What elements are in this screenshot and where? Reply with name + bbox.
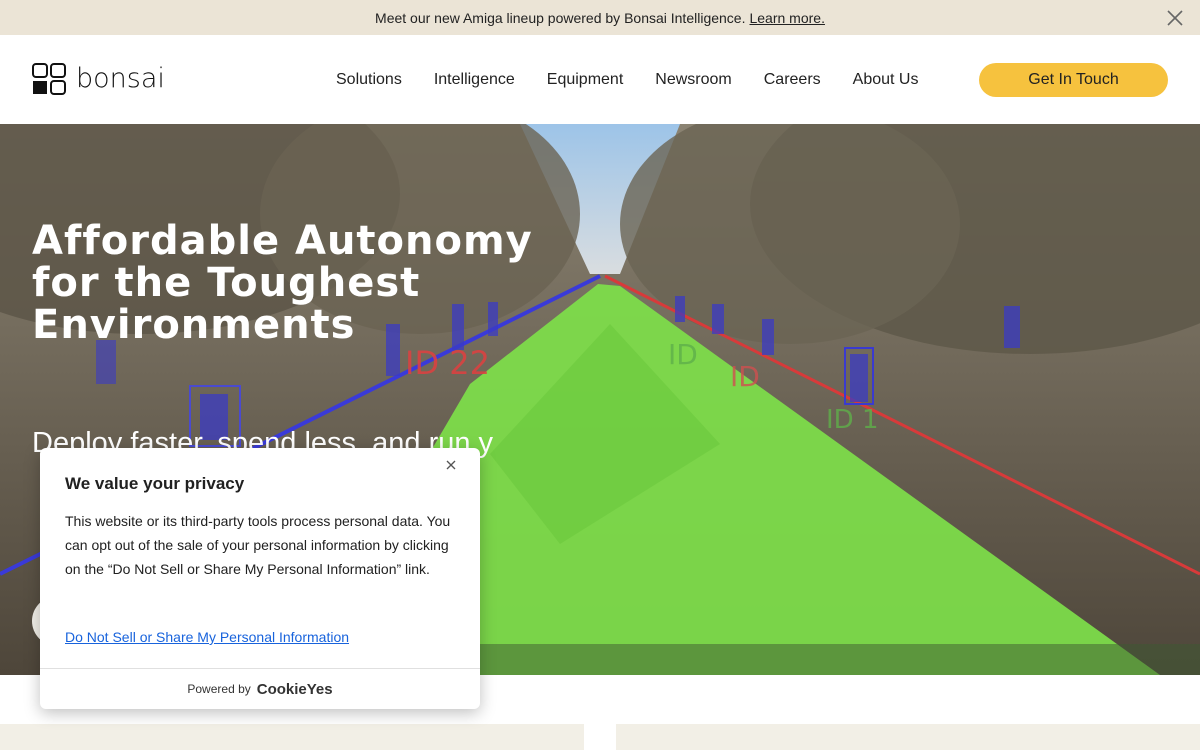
do-not-sell-link[interactable]: Do Not Sell or Share My Personal Informa… bbox=[65, 629, 349, 645]
feature-card bbox=[0, 724, 584, 750]
overlay-label: ID 1 bbox=[826, 405, 879, 435]
nav-intelligence[interactable]: Intelligence bbox=[434, 69, 515, 91]
cookie-consent-dialog: We value your privacy This website or it… bbox=[40, 448, 480, 709]
cookie-title: We value your privacy bbox=[65, 474, 245, 493]
nav-newsroom[interactable]: Newsroom bbox=[655, 69, 731, 91]
cookie-body-text: This website or its third-party tools pr… bbox=[65, 513, 451, 577]
hero-title: Affordable Autonomy for the Toughest Env… bbox=[32, 218, 533, 348]
nav-careers[interactable]: Careers bbox=[764, 69, 821, 91]
bonsai-logo-icon bbox=[32, 63, 66, 95]
announcement-text: Meet our new Amiga lineup powered by Bon… bbox=[375, 9, 746, 26]
get-in-touch-button[interactable]: Get In Touch bbox=[979, 63, 1168, 97]
announcement-bar: Meet our new Amiga lineup powered by Bon… bbox=[0, 0, 1200, 35]
powered-by-text: Powered by bbox=[187, 682, 251, 696]
logo[interactable]: bonsai bbox=[32, 63, 165, 95]
close-icon[interactable] bbox=[1166, 9, 1184, 27]
feature-card bbox=[616, 724, 1200, 750]
overlay-label: ID bbox=[668, 338, 698, 371]
overlay-label: ID 22 bbox=[405, 344, 490, 382]
site-header: bonsai Solutions Intelligence Equipment … bbox=[0, 35, 1200, 124]
logo-text: bonsai bbox=[76, 63, 165, 94]
cookie-footer: Powered by CookieYes bbox=[40, 668, 480, 709]
close-icon[interactable] bbox=[444, 458, 458, 472]
nav-solutions[interactable]: Solutions bbox=[336, 69, 402, 91]
overlay-label: ID bbox=[730, 360, 760, 393]
nav-equipment[interactable]: Equipment bbox=[547, 69, 624, 91]
nav-about-us[interactable]: About Us bbox=[853, 69, 919, 91]
announcement-learn-more-link[interactable]: Learn more. bbox=[749, 10, 824, 26]
main-nav: Solutions Intelligence Equipment Newsroo… bbox=[336, 69, 950, 91]
cookieyes-logo[interactable]: CookieYes bbox=[257, 681, 333, 698]
